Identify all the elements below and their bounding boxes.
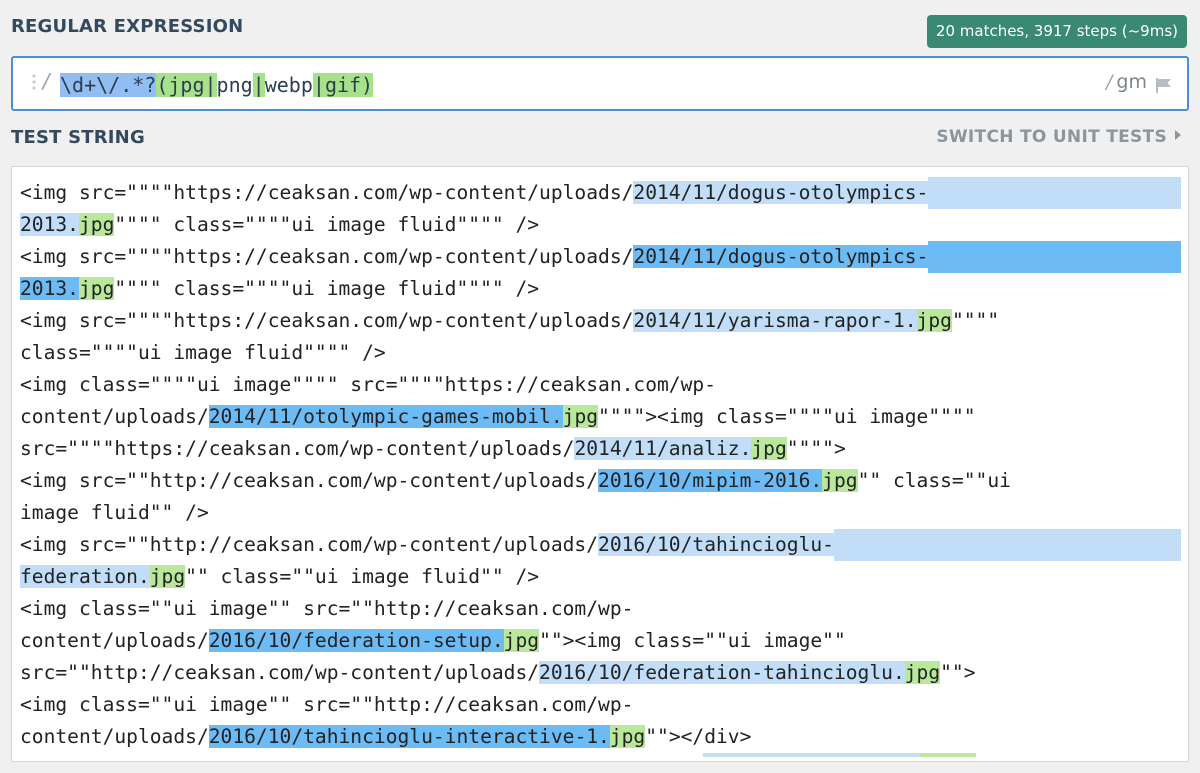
match-highlight: 2014/11/yarisma-rapor-1.	[633, 309, 917, 332]
text-segment: "">	[940, 661, 976, 684]
match-group-highlight: jpg	[503, 629, 540, 652]
test-string-line: <img src=""http://ceaksan.com/wp-content…	[20, 465, 1181, 497]
regex-close-delimiter: /	[1106, 71, 1113, 93]
text-segment: class=""""ui image fluid"""" />	[20, 341, 386, 364]
test-string-line: <img src=""""https://ceaksan.com/wp-cont…	[20, 177, 1181, 209]
test-string-line: federation.jpg"" class=""ui image fluid"…	[20, 561, 1181, 593]
test-string-line: <img src=""""https://ceaksan.com/wp-cont…	[20, 241, 1181, 273]
regex-flags[interactable]: / gm	[1106, 71, 1147, 93]
test-string-line: 2013.jpg"""" class=""""ui image fluid"""…	[20, 209, 1181, 241]
partial-match-highlight	[703, 753, 976, 757]
match-info-badge: 20 matches, 3917 steps (~9ms)	[926, 15, 1187, 48]
text-segment: """">	[786, 437, 846, 460]
regex-token: (jpg	[156, 73, 205, 97]
drag-handle-icon[interactable]	[31, 73, 37, 95]
text-segment: <img src=""http://ceaksan.com/wp-content…	[20, 469, 599, 492]
regex-token: gif)	[324, 73, 374, 97]
match-highlight: 2016/10/mipim-2016.	[598, 469, 823, 492]
switch-to-unit-tests-link[interactable]: SWITCH TO UNIT TESTS	[936, 127, 1181, 147]
match-highlight	[928, 241, 1181, 273]
match-highlight: 2014/11/dogus-otolympics-	[633, 245, 929, 268]
text-segment: """"	[951, 309, 1000, 332]
match-highlight: 2016/10/tahincioglu-	[598, 533, 834, 556]
text-segment: content/uploads/	[20, 725, 209, 748]
match-group-highlight: jpg	[78, 277, 115, 300]
test-string-line: <img class=""""ui image"""" src=""""http…	[20, 369, 1181, 401]
text-segment: content/uploads/	[20, 405, 209, 428]
match-group-highlight: jpg	[916, 309, 952, 332]
text-segment: src=""http://ceaksan.com/wp-content/uplo…	[20, 661, 540, 684]
test-string-line: <img src=""http://ceaksan.com/wp-content…	[20, 529, 1181, 561]
test-string-line: content/uploads/2016/10/federation-setup…	[20, 625, 1181, 657]
text-segment: """" class=""""ui image fluid"""" />	[114, 213, 540, 236]
text-segment: content/uploads/	[20, 629, 209, 652]
test-string-line: image fluid"" />	[20, 497, 1181, 529]
match-highlight: 2014/11/analiz.	[574, 437, 752, 460]
regex-token: |	[252, 73, 265, 97]
text-segment: src=""""https://ceaksan.com/wp-content/u…	[20, 437, 575, 460]
text-segment: ""></div>	[645, 725, 752, 748]
match-highlight: 2016/10/federation-tahincioglu.	[539, 661, 905, 684]
match-highlight: 2016/10/tahincioglu-interactive-1.	[208, 725, 610, 748]
test-string-line: class=""""ui image fluid"""" />	[20, 337, 1181, 369]
text-segment: <img src=""""https://ceaksan.com/wp-cont…	[20, 245, 634, 268]
text-segment: <img class=""""ui image"""" src=""""http…	[20, 373, 716, 396]
test-string-title: TEST STRING	[11, 127, 145, 148]
test-string-content[interactable]: <img src=""""https://ceaksan.com/wp-cont…	[20, 177, 1181, 753]
text-segment: "" class=""ui image fluid"" />	[185, 565, 540, 588]
text-segment: <img src=""""https://ceaksan.com/wp-cont…	[20, 181, 634, 204]
test-string-line: <img class=""ui image"" src=""http://cea…	[20, 593, 1181, 625]
match-group-highlight: jpg	[904, 661, 941, 684]
match-highlight	[833, 529, 1181, 561]
regex-token: \d+\/.*?	[60, 73, 157, 97]
test-string-line: <img src=""""https://ceaksan.com/wp-cont…	[20, 305, 1181, 337]
test-string-line: src=""""https://ceaksan.com/wp-content/u…	[20, 433, 1181, 465]
match-group-highlight: jpg	[751, 437, 787, 460]
text-segment: <img class=""ui image"" src=""http://cea…	[20, 693, 634, 716]
text-segment: <img src=""""https://ceaksan.com/wp-cont…	[20, 309, 634, 332]
text-segment: <img class=""ui image"" src=""http://cea…	[20, 597, 634, 620]
text-segment: """" class=""""ui image fluid"""" />	[114, 277, 540, 300]
match-highlight: 2014/11/otolympic-games-mobil.	[208, 405, 563, 428]
text-segment: image fluid"" />	[20, 501, 209, 524]
regex-token: png	[216, 73, 253, 97]
match-group-highlight: jpg	[609, 725, 646, 748]
regex-flags-text: gm	[1116, 71, 1147, 93]
test-string-line: src=""http://ceaksan.com/wp-content/uplo…	[20, 657, 1181, 689]
test-string-line: <img class=""ui image"" src=""http://cea…	[20, 689, 1181, 721]
match-highlight: 2016/10/federation-setup.	[208, 629, 504, 652]
match-highlight: 2013.	[20, 277, 79, 300]
match-group-highlight: jpg	[562, 405, 599, 428]
text-segment: """"><img class=""""ui image""""	[598, 405, 976, 428]
regex-token: webp	[264, 73, 313, 97]
match-group-highlight: jpg	[822, 469, 858, 492]
regex-token: |	[312, 73, 325, 97]
text-segment: ""><img class=""ui image""	[539, 629, 846, 652]
regex-pattern[interactable]: \d+\/.*?(jpg|png|webp|gif)	[60, 72, 374, 98]
switch-link-label: SWITCH TO UNIT TESTS	[936, 127, 1167, 147]
match-highlight: 2013.	[20, 213, 79, 236]
match-group-highlight: jpg	[78, 213, 115, 236]
test-string-editor[interactable]: <img src=""""https://ceaksan.com/wp-cont…	[11, 166, 1189, 762]
regex-token: |	[204, 73, 217, 97]
flag-icon[interactable]	[1155, 77, 1173, 93]
test-string-line: 2013.jpg"""" class=""""ui image fluid"""…	[20, 273, 1181, 305]
regex-open-delimiter: /	[41, 69, 54, 93]
match-highlight: federation.	[20, 565, 150, 588]
text-segment: "" class=""ui	[857, 469, 1011, 492]
text-segment: <img src=""http://ceaksan.com/wp-content…	[20, 533, 599, 556]
test-string-line: content/uploads/2016/10/tahincioglu-inte…	[20, 721, 1181, 753]
regex-input[interactable]: / \d+\/.*?(jpg|png|webp|gif) / gm	[11, 56, 1189, 111]
match-highlight: 2014/11/dogus-otolympics-	[633, 181, 929, 204]
match-highlight	[928, 177, 1181, 209]
regex-section-title: REGULAR EXPRESSION	[11, 16, 244, 37]
test-string-line: content/uploads/2014/11/otolympic-games-…	[20, 401, 1181, 433]
chevron-right-icon	[1175, 130, 1181, 140]
match-group-highlight: jpg	[149, 565, 186, 588]
